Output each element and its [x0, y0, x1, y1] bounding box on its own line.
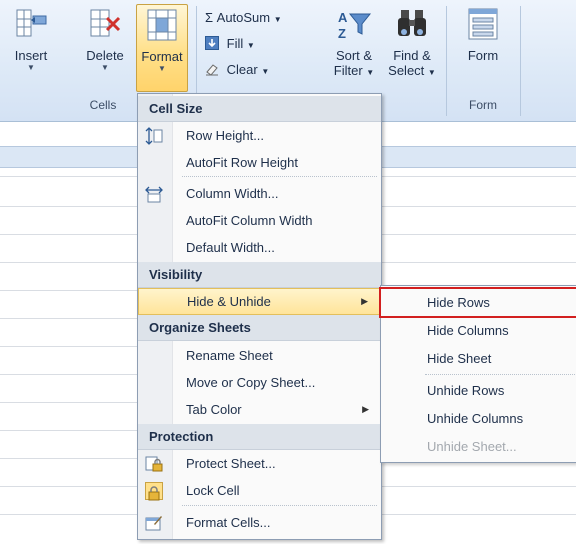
menu-item-label: AutoFit Row Height: [186, 155, 298, 170]
menu-item-label: Protect Sheet...: [186, 456, 276, 471]
format-label: Format: [141, 49, 183, 64]
insert-label: Insert: [14, 48, 48, 63]
menu-item-protect-sheet[interactable]: Protect Sheet...: [138, 450, 381, 477]
insert-button[interactable]: Insert ▼: [6, 4, 56, 92]
submenu-separator: [425, 374, 575, 375]
form-button[interactable]: Form: [458, 4, 508, 92]
fill-label: Fill: [226, 36, 244, 51]
group-separator: [446, 6, 447, 116]
menu-item-label: Default Width...: [186, 240, 275, 255]
format-dropdown-menu: Cell Size Row Height... AutoFit Row Heig…: [137, 93, 382, 540]
sort-filter-icon: A Z: [336, 6, 372, 42]
submenu-item-label: Unhide Columns: [427, 411, 524, 426]
format-button[interactable]: Format ▼: [136, 4, 188, 92]
clear-label: Clear: [226, 62, 258, 77]
submenu-item-label: Unhide Rows: [427, 383, 505, 398]
format-cells-dialog-icon: [145, 514, 163, 532]
column-width-icon: [145, 185, 163, 203]
menu-separator: [182, 505, 377, 506]
submenu-item-unhide-sheet: Unhide Sheet...: [381, 434, 576, 460]
chevron-down-icon: ▼: [158, 64, 166, 73]
find-select-label-bottom: Select ▼: [384, 63, 440, 80]
menu-item-label: Tab Color: [186, 402, 242, 417]
chevron-down-icon: ▼: [273, 15, 282, 24]
menu-item-lock-cell[interactable]: Lock Cell: [138, 477, 381, 504]
sort-filter-button[interactable]: A Z Sort & Filter ▼: [326, 4, 382, 92]
menu-item-autofit-column-width[interactable]: AutoFit Column Width: [138, 207, 381, 234]
fill-button[interactable]: Fill ▼: [205, 34, 255, 54]
submenu-item-hide-columns[interactable]: Hide Columns: [381, 318, 576, 344]
menu-item-label: Move or Copy Sheet...: [186, 375, 316, 390]
delete-cells-icon: [87, 6, 123, 42]
chevron-down-icon: ▼: [101, 63, 109, 72]
menu-item-autofit-row-height[interactable]: AutoFit Row Height: [138, 149, 381, 176]
binoculars-icon: [394, 6, 430, 42]
menu-item-format-cells[interactable]: Format Cells...: [138, 509, 381, 536]
menu-item-label: Hide & Unhide: [187, 294, 271, 309]
menu-separator: [182, 176, 377, 177]
menu-header-protection: Protection: [138, 424, 381, 450]
menu-item-rename-sheet[interactable]: Rename Sheet: [138, 342, 381, 369]
menu-item-label: Lock Cell: [186, 483, 240, 498]
menu-item-label: Row Height...: [186, 128, 265, 143]
menu-item-label: Column Width...: [186, 186, 279, 201]
menu-item-tab-color[interactable]: Tab Color ▶: [138, 396, 381, 423]
submenu-item-unhide-columns[interactable]: Unhide Columns: [381, 406, 576, 432]
find-select-label-top: Find &: [393, 48, 431, 63]
annotation-highlight-box: [379, 287, 576, 318]
submenu-arrow-icon: ▶: [361, 296, 368, 306]
menu-item-label: Rename Sheet: [186, 348, 273, 363]
lock-icon: [145, 482, 163, 501]
sort-filter-text: Filter: [333, 63, 363, 78]
submenu-item-hide-sheet[interactable]: Hide Sheet: [381, 346, 576, 372]
chevron-down-icon: ▼: [261, 67, 270, 76]
autosum-label: Σ AutoSum: [205, 10, 271, 25]
autosum-button[interactable]: Σ AutoSum ▼: [205, 8, 282, 28]
form-icon: [465, 6, 501, 42]
menu-header-organize-sheets: Organize Sheets: [138, 315, 381, 341]
protect-sheet-icon: [145, 455, 163, 473]
submenu-arrow-icon: ▶: [362, 404, 369, 414]
clear-button[interactable]: Clear ▼: [205, 60, 269, 80]
svg-text:Z: Z: [338, 26, 346, 41]
menu-item-hide-unhide[interactable]: Hide & Unhide ▶: [138, 288, 381, 315]
chevron-down-icon: ▼: [246, 41, 255, 50]
menu-item-label: AutoFit Column Width: [186, 213, 313, 228]
menu-item-row-height[interactable]: Row Height...: [138, 122, 381, 149]
menu-item-default-width[interactable]: Default Width...: [138, 234, 381, 261]
cells-group-label: Cells: [89, 98, 117, 112]
sort-filter-label-bottom: Filter ▼: [326, 63, 382, 80]
chevron-down-icon: ▼: [27, 63, 35, 72]
form-group-label: Form: [469, 98, 497, 112]
format-cells-icon: [144, 7, 180, 43]
row-height-icon: [145, 127, 163, 145]
sort-filter-label-top: Sort &: [335, 48, 373, 63]
form-label: Form: [467, 48, 499, 63]
submenu-item-label: Unhide Sheet...: [427, 439, 517, 454]
submenu-item-unhide-rows[interactable]: Unhide Rows: [381, 378, 576, 404]
insert-cells-icon: [13, 6, 49, 42]
chevron-down-icon: ▼: [427, 68, 436, 77]
menu-item-column-width[interactable]: Column Width...: [138, 180, 381, 207]
submenu-item-label: Hide Sheet: [427, 351, 492, 366]
find-select-text: Select: [388, 63, 425, 78]
menu-header-cell-size: Cell Size: [138, 96, 381, 122]
chevron-down-icon: ▼: [366, 68, 375, 77]
eraser-icon: [205, 62, 219, 76]
find-select-button[interactable]: Find & Select ▼: [384, 4, 440, 92]
menu-item-move-copy-sheet[interactable]: Move or Copy Sheet...: [138, 369, 381, 396]
delete-label: Delete: [86, 48, 124, 63]
svg-text:A: A: [338, 10, 348, 25]
fill-down-icon: [205, 36, 219, 50]
submenu-item-label: Hide Columns: [427, 323, 509, 338]
menu-item-label: Format Cells...: [186, 515, 271, 530]
delete-button[interactable]: Delete ▼: [80, 4, 130, 92]
group-separator: [520, 6, 521, 116]
menu-header-visibility: Visibility: [138, 262, 381, 288]
